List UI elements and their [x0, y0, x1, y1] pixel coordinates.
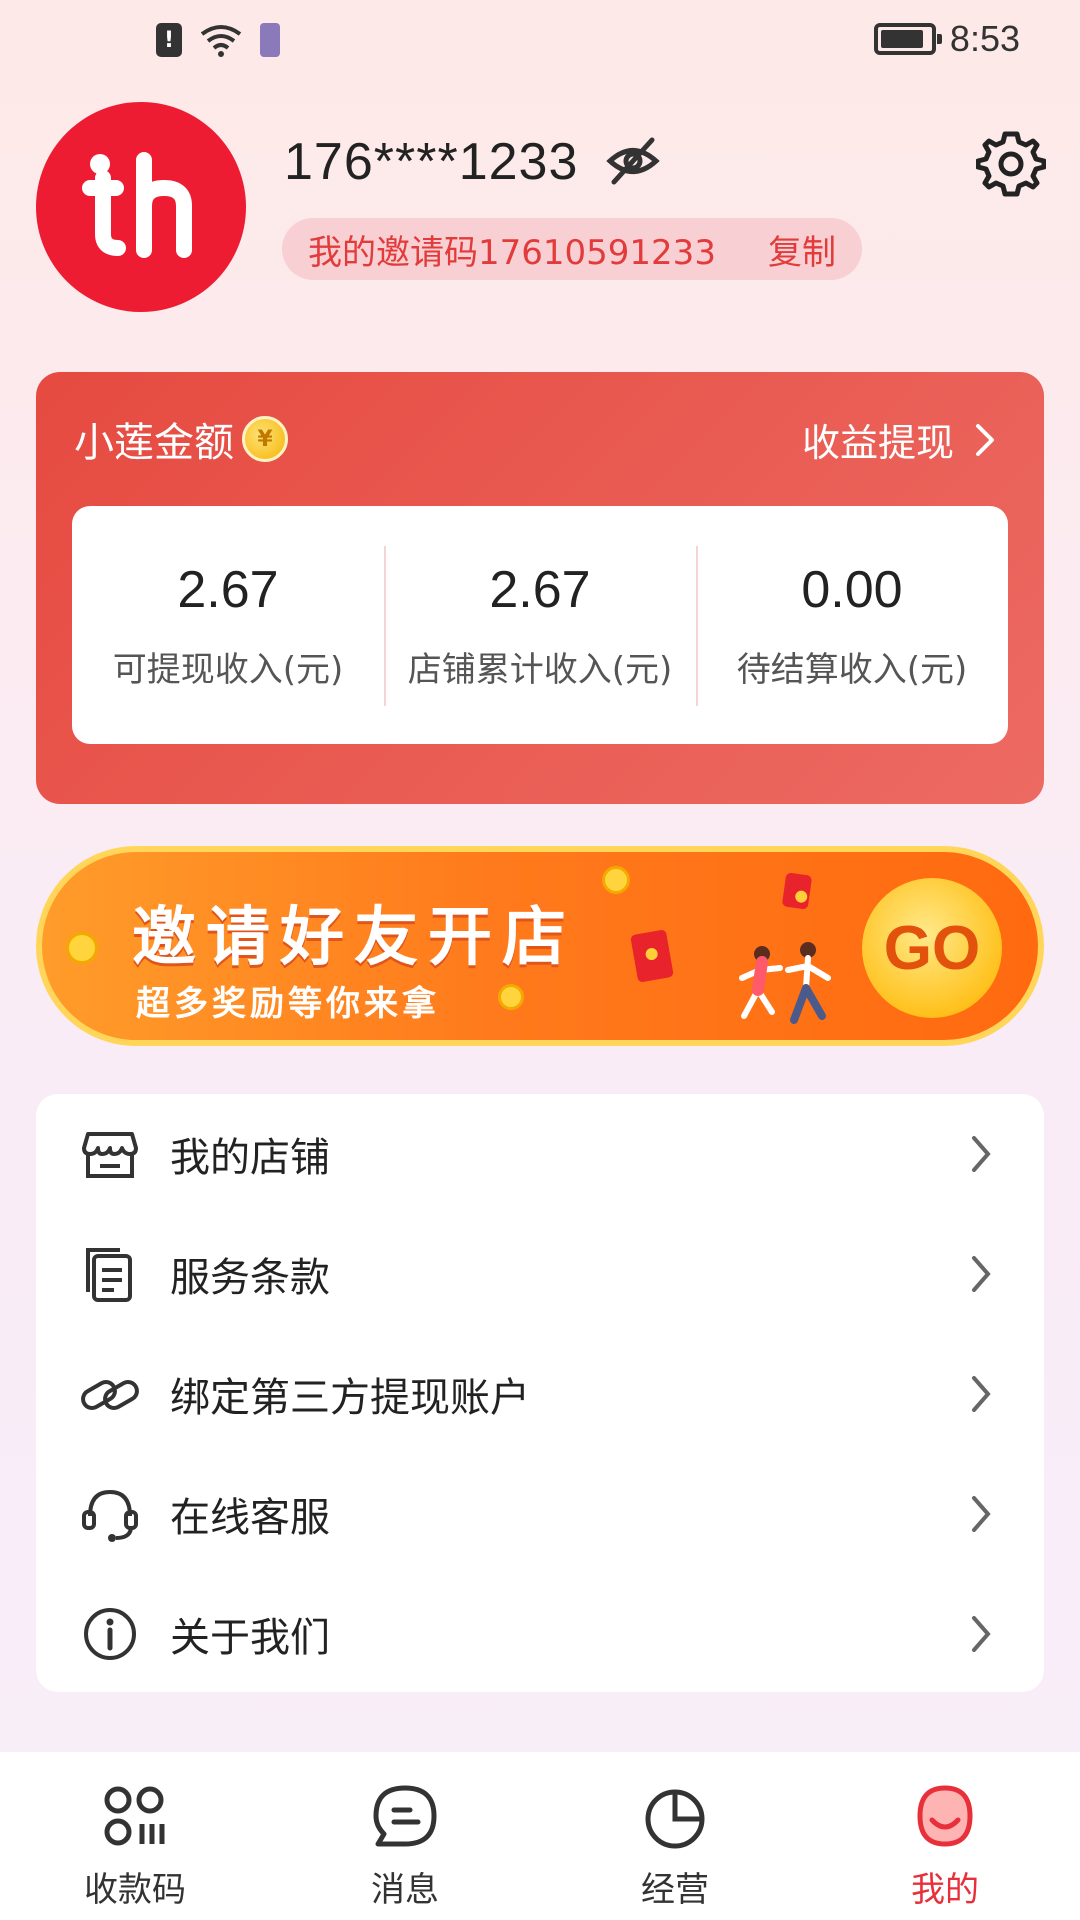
- hide-eye-icon[interactable]: [604, 132, 662, 190]
- balance-card: 小莲金额 ¥ 收益提现 2.67 可提现收入(元) 2.67 店铺累计收入(元)…: [36, 372, 1044, 804]
- coin-decoration-icon: [498, 984, 524, 1010]
- headset-icon: [82, 1489, 138, 1542]
- profile-icon: [917, 1785, 973, 1847]
- invite-code-pill: 我的邀请码17610591233 复制: [282, 218, 862, 280]
- stat-label: 可提现收入(元): [112, 649, 344, 690]
- tab-label: 收款码: [84, 1870, 186, 1910]
- menu-list: 我的店铺 服务条款 绑定第三方提现账户 在线客服 关于我们: [36, 1094, 1044, 1692]
- qr-grid-icon: [104, 1786, 165, 1846]
- clock: 8:53: [949, 18, 1020, 59]
- phone-number: 176****1233: [284, 133, 579, 191]
- status-icons-left: !: [156, 22, 280, 58]
- stats-box: 2.67 可提现收入(元) 2.67 店铺累计收入(元) 0.00 待结算收入(…: [72, 506, 1008, 744]
- document-icon: [86, 1248, 132, 1302]
- withdraw-link[interactable]: 收益提现: [802, 412, 996, 467]
- menu-item-customer-service[interactable]: 在线客服: [36, 1454, 1044, 1574]
- stat-label: 待结算收入(元): [736, 649, 968, 690]
- tab-messages[interactable]: 消息: [270, 1752, 540, 1920]
- menu-item-label: 我的店铺: [170, 1135, 330, 1181]
- message-icon: [373, 1785, 437, 1847]
- coin-decoration-icon: [602, 866, 630, 894]
- tab-label: 我的: [911, 1870, 979, 1910]
- chevron-right-icon: [972, 1256, 991, 1292]
- coin-icon: ¥: [242, 416, 288, 462]
- stat-total-income[interactable]: 2.67 店铺累计收入(元): [384, 506, 696, 744]
- stat-value: 2.67: [177, 560, 279, 619]
- red-envelope-icon: [630, 929, 674, 983]
- info-icon: [84, 1608, 136, 1660]
- chevron-right-icon: [972, 1496, 991, 1532]
- store-icon: [82, 1132, 138, 1178]
- invite-code-text: 我的邀请码17610591233: [308, 232, 716, 273]
- go-button[interactable]: GO: [862, 878, 1002, 1018]
- red-envelope-icon: [781, 872, 813, 910]
- menu-item-label: 在线客服: [170, 1495, 330, 1541]
- tab-payment-code[interactable]: 收款码: [0, 1752, 270, 1920]
- menu-item-terms[interactable]: 服务条款: [36, 1214, 1044, 1334]
- gear-icon[interactable]: [976, 128, 1046, 198]
- stat-label: 店铺累计收入(元): [407, 649, 673, 690]
- chevron-right-icon: [976, 423, 994, 456]
- chevron-right-icon: [972, 1376, 991, 1412]
- tab-business[interactable]: 经营: [540, 1752, 810, 1920]
- menu-item-my-store[interactable]: 我的店铺: [36, 1094, 1044, 1214]
- brand-logo-icon: [82, 152, 192, 258]
- stat-withdrawable[interactable]: 2.67 可提现收入(元): [72, 506, 384, 744]
- bottom-tab-bar: 收款码 消息 经营 我的: [0, 1752, 1080, 1920]
- stat-pending[interactable]: 0.00 待结算收入(元): [696, 506, 1008, 744]
- pie-chart-icon: [645, 1789, 705, 1849]
- wifi-icon: [200, 25, 242, 57]
- status-icons-right: 8:53: [873, 18, 1020, 60]
- menu-item-label: 关于我们: [170, 1615, 330, 1661]
- avatar[interactable]: [36, 102, 246, 312]
- menu-item-label: 绑定第三方提现账户: [170, 1375, 530, 1421]
- chevron-right-icon: [972, 1616, 991, 1652]
- battery-icon: [873, 23, 942, 55]
- menu-item-label: 服务条款: [170, 1255, 330, 1301]
- balance-title-text: 小莲金额: [74, 420, 234, 466]
- sim-alert-icon: !: [156, 23, 182, 57]
- chevron-right-icon: [972, 1136, 991, 1172]
- running-people-icon: [739, 942, 831, 1024]
- battery-saver-icon: [260, 23, 280, 57]
- invite-banner[interactable]: 邀请好友开店 超多奖励等你来拿 GO: [36, 846, 1044, 1046]
- stat-value: 2.67: [489, 560, 591, 619]
- tab-label: 消息: [371, 1870, 439, 1910]
- balance-title: 小莲金额 ¥: [74, 410, 288, 468]
- banner-subtitle: 超多奖励等你来拿: [136, 984, 440, 1024]
- copy-button[interactable]: 复制: [768, 225, 836, 274]
- withdraw-label: 收益提现: [801, 421, 954, 465]
- menu-item-about[interactable]: 关于我们: [36, 1574, 1044, 1694]
- banner-title: 邀请好友开店: [132, 901, 576, 975]
- tab-label: 经营: [641, 1870, 709, 1910]
- tab-mine[interactable]: 我的: [810, 1752, 1080, 1920]
- link-icon: [81, 1380, 139, 1410]
- stat-value: 0.00: [801, 560, 903, 619]
- status-bar: ! 8:53: [0, 0, 1080, 90]
- coin-decoration-icon: [66, 932, 98, 964]
- menu-item-bind-account[interactable]: 绑定第三方提现账户: [36, 1334, 1044, 1454]
